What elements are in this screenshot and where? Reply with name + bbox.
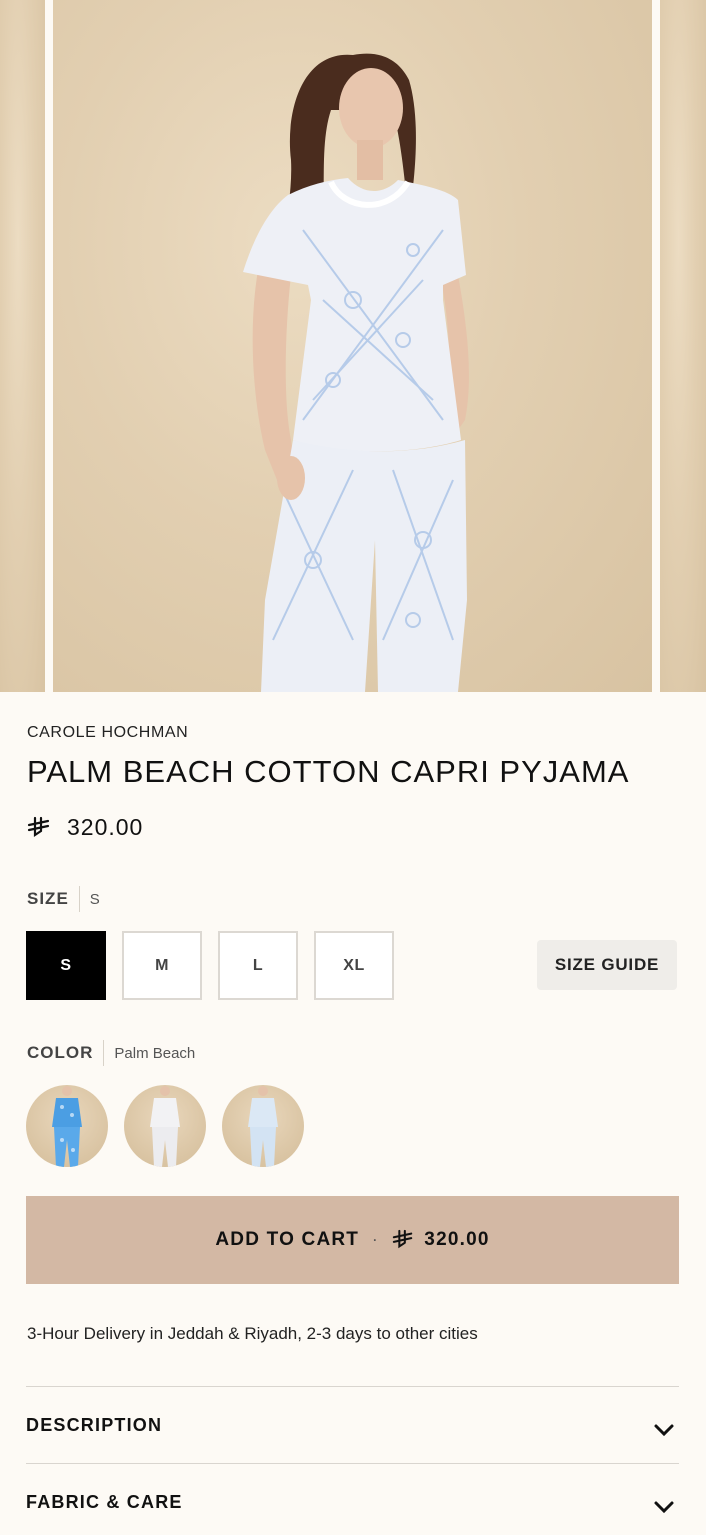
accordion-fabric-care[interactable]: FABRIC & CARE <box>26 1463 679 1535</box>
size-option-m[interactable]: M <box>122 931 202 1000</box>
riyal-icon <box>392 1229 414 1251</box>
price-value: 320.00 <box>67 814 144 840</box>
color-label: COLOR <box>27 1043 94 1062</box>
product-title: PALM BEACH COTTON CAPRI PYJAMA <box>27 754 630 789</box>
model-photo <box>243 53 469 692</box>
size-option-xl[interactable]: XL <box>314 931 394 1000</box>
add-to-cart-button[interactable]: ADD TO CART · 320.00 <box>26 1196 679 1284</box>
riyal-icon <box>27 816 51 840</box>
accordion-description[interactable]: DESCRIPTION <box>26 1386 679 1463</box>
chevron-down-icon <box>654 1424 674 1437</box>
size-label: SIZE <box>27 889 69 908</box>
size-guide-button[interactable]: SIZE GUIDE <box>537 940 677 990</box>
size-options: S M L XL <box>26 931 394 1000</box>
cart-price: 320.00 <box>424 1229 490 1250</box>
divider <box>78 886 80 912</box>
product-price: 320.00 <box>27 814 143 841</box>
gallery-slide-next[interactable] <box>660 0 706 692</box>
size-label-row: SIZE S <box>27 886 100 912</box>
divider <box>103 1040 105 1066</box>
color-label-row: COLOR Palm Beach <box>27 1040 195 1066</box>
selected-color: Palm Beach <box>114 1044 196 1062</box>
delivery-info: 3-Hour Delivery in Jeddah & Riyadh, 2-3 … <box>27 1324 478 1343</box>
accordion-title: DESCRIPTION <box>26 1414 163 1435</box>
color-swatch-light-blue[interactable] <box>222 1085 304 1167</box>
chevron-down-icon <box>654 1501 674 1514</box>
color-swatch-white[interactable] <box>124 1085 206 1167</box>
add-to-cart-label: ADD TO CART <box>215 1229 360 1250</box>
separator-dot: · <box>373 1233 379 1247</box>
accordion-title: FABRIC & CARE <box>26 1491 183 1512</box>
size-option-l[interactable]: L <box>218 931 298 1000</box>
product-gallery[interactable] <box>0 0 706 692</box>
color-swatch-blue-print[interactable] <box>26 1085 108 1167</box>
size-option-s[interactable]: S <box>26 931 106 1000</box>
brand-name[interactable]: CAROLE HOCHMAN <box>27 724 188 742</box>
color-swatches <box>26 1085 304 1167</box>
selected-size: S <box>89 890 100 908</box>
gallery-slide-main[interactable] <box>53 0 652 692</box>
gallery-slide-prev[interactable] <box>0 0 45 692</box>
